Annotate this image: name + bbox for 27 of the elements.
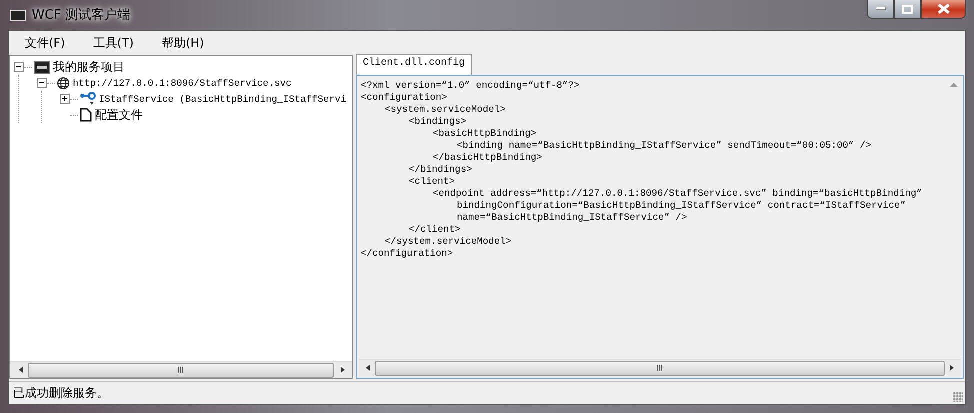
console-icon (34, 60, 50, 74)
globe-icon (57, 76, 70, 90)
menu-item[interactable]: 帮助(H) (154, 32, 212, 54)
expander[interactable] (14, 62, 24, 72)
maximize-icon (902, 4, 913, 14)
tree-item[interactable]: http://127.0.0.1:8096/StaffService.svc (73, 78, 292, 88)
maximize-button[interactable] (894, 0, 921, 19)
tree-item[interactable]: 配置文件 (95, 106, 143, 124)
resize-grip[interactable] (953, 392, 963, 402)
menu-item[interactable]: 文件(F) (17, 32, 74, 54)
minimize-icon (876, 7, 886, 11)
tree-item[interactable]: IStaffService (BasicHttpBinding_IStaffServi (99, 94, 347, 104)
app-icon (10, 10, 26, 20)
minimize-button[interactable] (867, 0, 894, 19)
close-icon (938, 4, 950, 14)
expander[interactable] (60, 94, 70, 104)
horizontal-scrollbar[interactable] (10, 361, 352, 378)
tab[interactable]: Client.dll.config (356, 54, 472, 75)
interface-icon (80, 91, 96, 107)
document-icon (80, 108, 92, 122)
menu-item[interactable]: 工具(T) (85, 32, 142, 54)
status-text: 已成功删除服务。 (13, 384, 109, 402)
horizontal-scrollbar[interactable] (359, 359, 961, 376)
expander[interactable] (37, 78, 47, 88)
tree-item[interactable]: 我的服务项目 (53, 58, 125, 76)
close-button[interactable] (921, 0, 966, 19)
window-title: WCF 测试客户端 (32, 7, 131, 24)
